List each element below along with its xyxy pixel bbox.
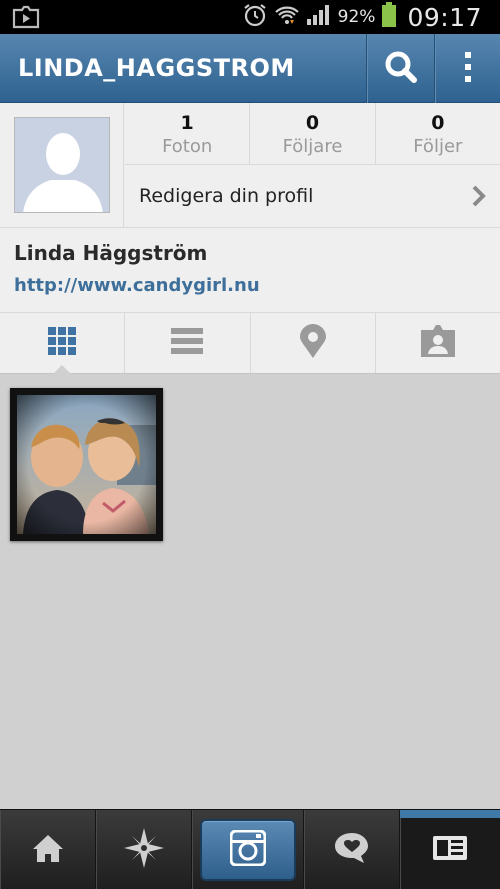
battery-percent: 92% — [337, 7, 376, 27]
news-icon — [333, 832, 371, 868]
list-icon — [171, 328, 204, 358]
edit-profile-button[interactable]: Redigera din profil — [125, 165, 500, 227]
tab-list-view[interactable] — [125, 313, 251, 373]
action-bar: LINDA_HAGGSTROM — [0, 34, 500, 103]
divider — [0, 227, 500, 228]
nav-camera[interactable] — [192, 810, 304, 889]
nav-news[interactable] — [304, 810, 400, 889]
nav-profile[interactable] — [400, 810, 500, 889]
battery-icon — [381, 2, 397, 32]
alarm-icon — [242, 2, 268, 32]
username-title: LINDA_HAGGSTROM — [18, 54, 295, 82]
default-avatar-icon — [15, 118, 109, 212]
avatar[interactable] — [14, 117, 110, 213]
camera-icon — [229, 829, 266, 870]
stat-followers[interactable]: 0 Följare — [250, 103, 376, 164]
clock: 09:17 — [407, 2, 482, 32]
tab-tagged-photos[interactable] — [376, 313, 500, 373]
wifi-icon — [274, 3, 300, 31]
active-tab-indicator — [400, 810, 500, 818]
stat-photos[interactable]: 1 Foton — [125, 103, 251, 164]
search-icon — [384, 50, 418, 88]
tab-map-view[interactable] — [251, 313, 376, 373]
photo-image — [17, 395, 156, 534]
grid-icon — [48, 327, 77, 359]
explore-icon — [123, 828, 164, 872]
edit-profile-label: Redigera din profil — [139, 185, 314, 207]
notification-play-store-icon — [12, 5, 40, 29]
view-mode-tabs — [0, 312, 500, 374]
bottom-navigation — [0, 809, 500, 889]
stat-following[interactable]: 0 Följer — [376, 103, 500, 164]
signal-icon — [306, 4, 330, 30]
map-pin-icon — [299, 324, 327, 362]
nav-home[interactable] — [0, 810, 96, 889]
profile-website-link[interactable]: http://www.candygirl.nu — [14, 275, 260, 296]
home-icon — [32, 834, 64, 866]
nav-explore[interactable] — [96, 810, 192, 889]
stat-following-label: Följer — [413, 136, 463, 157]
stat-photos-count: 1 — [180, 112, 194, 134]
avatar-container — [0, 103, 124, 227]
profile-stats: 1 Foton 0 Följare 0 Följer — [125, 103, 500, 165]
profile-icon — [433, 836, 467, 864]
stat-followers-count: 0 — [305, 112, 320, 134]
status-bar: 92% 09:17 — [0, 0, 500, 34]
chevron-right-icon — [472, 185, 486, 207]
photo-thumbnail[interactable] — [10, 388, 163, 541]
camera-button[interactable] — [199, 819, 296, 881]
stat-followers-label: Följare — [282, 136, 343, 157]
profile-full-name: Linda Häggström — [14, 241, 208, 265]
overflow-menu-button[interactable] — [434, 34, 500, 103]
stat-following-count: 0 — [431, 112, 445, 134]
tagged-photos-icon — [420, 325, 455, 361]
stat-photos-label: Foton — [162, 136, 213, 157]
profile-header: 1 Foton 0 Följare 0 Följer Redigera din … — [0, 103, 500, 313]
search-button[interactable] — [366, 34, 434, 103]
more-vertical-icon — [464, 51, 472, 87]
tab-grid-view[interactable] — [0, 313, 126, 374]
